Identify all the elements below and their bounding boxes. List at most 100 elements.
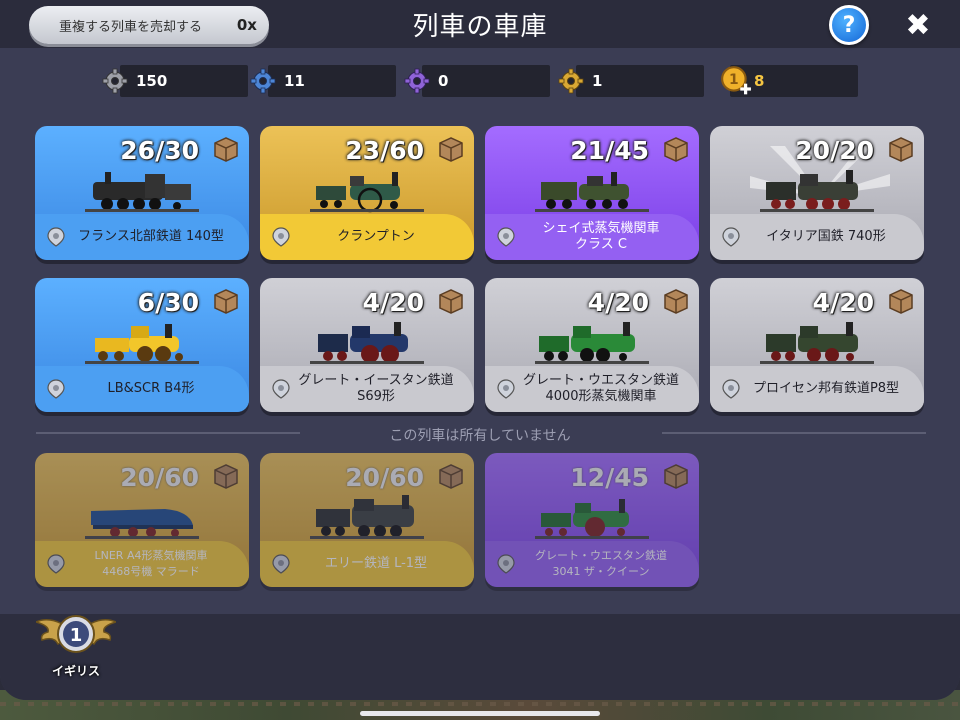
locomotive-icon: [310, 172, 424, 213]
crate-icon: [214, 137, 238, 162]
map-pin-icon: [47, 379, 65, 399]
train-name: プロイセン邦有鉄道P8型: [752, 381, 900, 396]
crate-icon: [889, 289, 913, 314]
train-name-line: 4468号機 マラード: [102, 565, 200, 578]
train-card[interactable]: 20/20 イタリア国鉄 740形: [710, 126, 924, 260]
crate-icon: [439, 464, 463, 489]
train-name-line: グレート・ウエスタン鉄道: [522, 373, 679, 388]
train-card-count: 20/60: [345, 463, 424, 492]
map-pin-icon: [497, 554, 515, 574]
locomotive-icon: [310, 322, 424, 364]
help-button[interactable]: ?: [829, 5, 869, 45]
train-card-count: 21/45: [570, 136, 649, 165]
crate-icon: [214, 464, 238, 489]
train-card-count: 4/20: [812, 288, 874, 317]
locked-train-card[interactable]: 20/60 エリー鉄道 L-1型: [260, 453, 474, 587]
train-card[interactable]: 21/45 シェイ式蒸気機関車 クラス C: [485, 126, 699, 260]
train-name: エリー鉄道 L-1型: [324, 556, 428, 571]
purple-gear-icon: [404, 68, 430, 94]
train-nameplate: シェイ式蒸気機関車 クラス C: [485, 214, 699, 260]
train-card-count: 26/30: [120, 136, 199, 165]
train-name: グレート・ウエスタン鉄道 4000形蒸気機関車: [485, 373, 699, 405]
locomotive-icon: [535, 322, 649, 364]
train-card-count: 6/30: [137, 288, 199, 317]
home-indicator[interactable]: [360, 711, 600, 716]
crate-icon: [214, 289, 238, 314]
sell-duplicates-count: 0x: [236, 16, 257, 34]
region-level: 1: [70, 625, 83, 646]
crate-icon: [664, 289, 688, 314]
gold-coin-plus-icon: 1: [721, 66, 751, 95]
train-card-count: 20/20: [795, 136, 874, 165]
train-card[interactable]: 6/30 LB&SCR B4形: [35, 278, 249, 412]
map-pin-icon: [47, 554, 65, 574]
question-icon: ?: [842, 12, 856, 38]
locomotive-icon: [760, 322, 874, 364]
map-pin-icon: [722, 379, 740, 399]
locomotive-icon: [85, 172, 199, 212]
map-pin-icon: [47, 227, 65, 247]
resource-value: 11: [284, 72, 305, 90]
sell-duplicates-label: 重複する列車を売却する: [59, 19, 203, 35]
train-nameplate: プロイセン邦有鉄道P8型: [710, 366, 924, 412]
close-icon: ✖: [905, 8, 931, 43]
map-pin-icon: [272, 554, 290, 574]
train-depot-panel: 重複する列車を売却する 0x 列車の車庫 ? ✖ 150 11 0 1 1 8 …: [0, 0, 960, 700]
resource-gold-coins[interactable]: 1 8: [721, 65, 858, 97]
blue-gear-icon: [250, 68, 276, 94]
map-pin-icon: [497, 379, 515, 399]
train-card[interactable]: 4/20 プロイセン邦有鉄道P8型: [710, 278, 924, 412]
resource-value: 0: [438, 72, 449, 90]
locked-train-card[interactable]: 20/60 LNER A4形蒸気機関車 4468号機 マラード: [35, 453, 249, 587]
train-name: クランプトン: [337, 229, 415, 244]
locomotive-icon: [535, 172, 649, 212]
resource-gray-gears: 150: [102, 65, 248, 97]
train-nameplate: クランプトン: [260, 214, 474, 260]
crate-icon: [664, 137, 688, 162]
train-name-line: グレート・イースタン鉄道: [298, 373, 454, 388]
locked-train-card[interactable]: 12/45 グレート・ウエスタン鉄道 3041 ザ・クイーン: [485, 453, 699, 587]
svg-text:1: 1: [729, 72, 739, 88]
resource-gold-gears: 1: [558, 65, 704, 97]
train-name-line: クラス C: [575, 237, 627, 252]
train-name: シェイ式蒸気機関車 クラス C: [485, 221, 699, 253]
map-pin-icon: [722, 227, 740, 247]
locomotive-icon: [85, 509, 199, 539]
crate-icon: [439, 289, 463, 314]
map-pin-icon: [272, 227, 290, 247]
bottom-bar: [0, 614, 960, 700]
train-nameplate: グレート・ウエスタン鉄道 3041 ザ・クイーン: [485, 541, 699, 587]
sell-duplicates-button[interactable]: 重複する列車を売却する 0x: [29, 6, 269, 44]
train-card[interactable]: 23/60 クランプトン: [260, 126, 474, 260]
train-name-line: グレート・ウエスタン鉄道: [535, 549, 667, 562]
train-nameplate: フランス北部鉄道 140型: [35, 214, 249, 260]
train-name: フランス北部鉄道 140型: [78, 229, 224, 244]
train-nameplate: LB&SCR B4形: [35, 366, 249, 412]
train-nameplate: グレート・ウエスタン鉄道 4000形蒸気機関車: [485, 366, 699, 412]
resource-value: 1: [592, 72, 603, 90]
resource-value: 8: [754, 72, 765, 90]
crate-icon: [664, 464, 688, 489]
section-divider: [36, 432, 300, 434]
train-card[interactable]: 4/20 グレート・イースタン鉄道 S69形: [260, 278, 474, 412]
locomotive-icon: [535, 499, 649, 539]
train-name: グレート・イースタン鉄道 S69形: [260, 373, 474, 405]
region-name: イギリス: [51, 664, 100, 678]
not-owned-label: この列車は所有していません: [389, 428, 571, 444]
train-card[interactable]: 26/30 フランス北部鉄道 140型: [35, 126, 249, 260]
train-name-line: LNER A4形蒸気機関車: [94, 549, 208, 562]
close-button[interactable]: ✖: [900, 8, 936, 44]
train-name-line: S69形: [357, 389, 395, 404]
gray-gear-icon: [102, 68, 128, 94]
train-name: LB&SCR B4形: [107, 381, 195, 396]
train-card[interactable]: 4/20 グレート・ウエスタン鉄道 4000形蒸気機関車: [485, 278, 699, 412]
locomotive-icon: [85, 324, 199, 364]
locomotive-icon: [310, 495, 424, 539]
train-name-line: シェイ式蒸気機関車: [542, 221, 660, 236]
train-nameplate: イタリア国鉄 740形: [710, 214, 924, 260]
train-name: グレート・ウエスタン鉄道 3041 ザ・クイーン: [485, 548, 699, 580]
train-name: イタリア国鉄 740形: [766, 229, 886, 244]
map-pin-icon: [497, 227, 515, 247]
train-nameplate: LNER A4形蒸気機関車 4468号機 マラード: [35, 541, 249, 587]
train-card-count: 20/60: [120, 463, 199, 492]
